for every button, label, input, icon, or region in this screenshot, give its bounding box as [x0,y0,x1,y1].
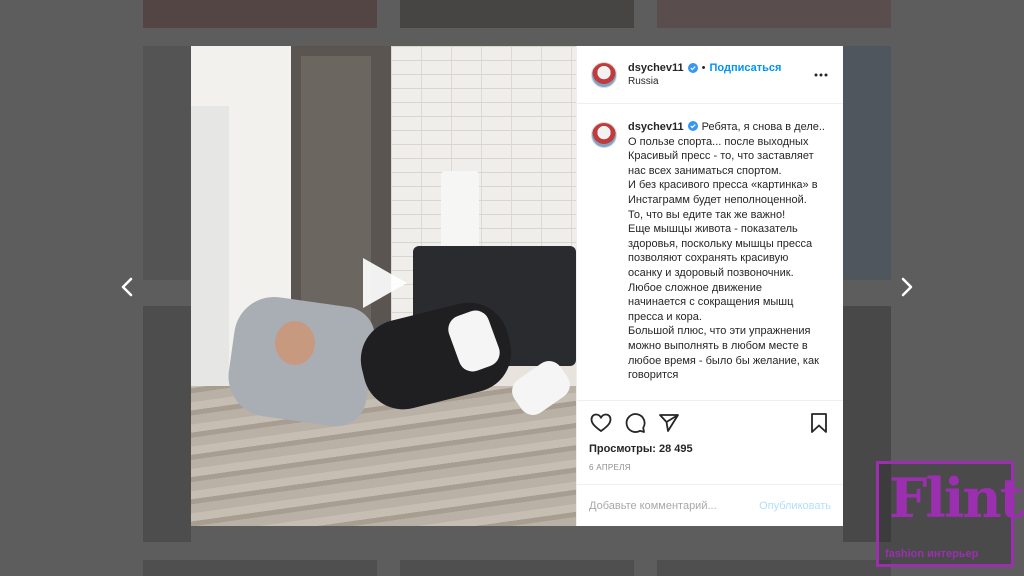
post-header: dsychev11 • Подписаться Russia [577,46,843,104]
caption-first-line: dsychev11 Ребята, я снова в деле... [628,120,824,135]
previous-post-button[interactable] [116,272,138,302]
caption-line: То, что вы едите так же важно! [628,208,786,221]
caption-line: говорится [628,369,679,382]
caption-line: Еще мышцы живота - показатель [628,223,798,236]
post-caption: dsychev11 Ребята, я снова в деле... О пол… [577,104,843,400]
play-button[interactable] [359,255,411,311]
publish-button[interactable]: Опубликовать [759,500,831,512]
more-options-button[interactable] [813,67,829,83]
avatar[interactable] [591,61,617,88]
more-horizontal-icon [814,73,828,76]
caption-line: нас всех заниматься спортом. [628,164,782,177]
caption-line: Любое сложное движение [628,281,763,294]
caption-username-link[interactable]: dsychev11 [628,121,684,133]
video-scene-fridge [191,106,229,396]
caption-line: здоровья, поскольку мышцы пресса [628,237,813,250]
caption-line: начинается с сокращения мышц [628,296,794,309]
comment-button[interactable] [623,411,647,435]
follow-button[interactable]: Подписаться [710,62,782,74]
caption-line: О пользе спорта... после выходных [628,135,809,148]
logo-wordmark: Flint [889,466,1024,530]
play-icon [363,258,407,308]
add-comment-section: Опубликовать [577,484,843,526]
paper-plane-icon [659,414,679,432]
post-sidebar: dsychev11 • Подписаться Russia dsychev11… [576,46,843,526]
caption-line: позволяют сохранять красивую [628,252,789,265]
next-post-button[interactable] [896,272,918,302]
post-header-line: dsychev11 • Подписаться [628,62,813,74]
post-actions: Просмотры: 28 495 6 апреля [577,400,843,472]
heart-icon [590,413,612,433]
caption-line: пресса и кора. [628,310,702,323]
caption-line: можно выполнять в любом месте в [628,339,808,352]
view-count[interactable]: Просмотры: 28 495 [589,443,831,455]
logo-tagline: fashion интерьер [885,548,979,560]
location-link[interactable]: Russia [628,76,813,87]
separator-dot: • [701,62,706,74]
chevron-right-icon [901,277,913,297]
caption-line: любое время - было бы желание, как [628,354,819,367]
caption-line: Большой плюс, что эти упражнения [628,325,811,338]
verified-badge-icon [687,121,698,131]
caption-line: Красивый пресс - то, что заставляет [628,150,814,163]
video-scene-person-head [275,321,315,365]
caption-line: Ребята, я снова в деле... [701,121,824,133]
like-button[interactable] [589,411,613,435]
save-button[interactable] [807,411,831,435]
post-header-text: dsychev11 • Подписаться Russia [628,62,813,87]
verified-badge-icon [687,63,698,73]
post-date[interactable]: 6 апреля [589,463,831,472]
post-video[interactable] [191,46,576,526]
caption-line: осанку и здоровый позвоночник. [628,266,794,279]
caption-line: Инстаграмм будет неполноценной. [628,193,807,206]
chevron-left-icon [121,277,133,297]
brand-watermark-logo: Flint fashion интерьер [876,461,1024,567]
username-link[interactable]: dsychev11 [628,62,684,74]
caption-text: dsychev11 Ребята, я снова в деле... О пол… [628,120,824,400]
comment-icon [625,413,646,433]
comment-input[interactable] [589,499,760,512]
bookmark-icon [811,413,827,433]
post-modal: dsychev11 • Подписаться Russia dsychev11… [191,46,843,526]
share-button[interactable] [657,411,681,435]
caption-line: И без красивого пресса «картинка» в [628,179,818,192]
action-bar [589,409,831,437]
avatar[interactable] [591,122,617,148]
